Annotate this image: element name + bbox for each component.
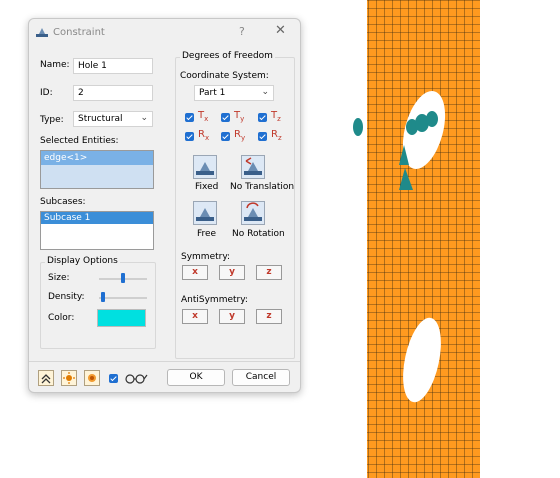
- ry-checkbox[interactable]: [221, 132, 230, 141]
- selected-entities-list[interactable]: edge<1>: [40, 150, 154, 189]
- id-label: ID:: [40, 88, 53, 98]
- bottom-divider: [29, 361, 300, 362]
- size-slider-thumb[interactable]: [121, 273, 125, 283]
- dof-title: Degrees of Freedom: [180, 51, 275, 61]
- density-slider-thumb[interactable]: [101, 292, 106, 302]
- name-label: Name:: [40, 60, 70, 70]
- rx-label: Rx: [198, 129, 210, 142]
- ty-checkbox[interactable]: [221, 113, 230, 122]
- no-rotation-button[interactable]: [241, 201, 265, 225]
- symmetry-label: Symmetry:: [181, 252, 231, 262]
- rx-checkbox[interactable]: [185, 132, 194, 141]
- fixed-label: Fixed: [195, 182, 219, 192]
- tz-checkbox[interactable]: [258, 113, 267, 122]
- density-slider[interactable]: [99, 297, 147, 299]
- free-icon: [196, 208, 214, 221]
- antisymmetry-y-button[interactable]: y: [219, 309, 245, 324]
- rz-checkbox[interactable]: [258, 132, 267, 141]
- coord-system-dropdown[interactable]: Part 1 ⌄: [194, 85, 274, 101]
- tx-label: Tx: [198, 110, 209, 123]
- highlight-button[interactable]: [61, 370, 77, 386]
- ry-label: Ry: [234, 129, 246, 142]
- expand-button[interactable]: [38, 370, 54, 386]
- density-label: Density:: [48, 292, 85, 302]
- ty-label: Ty: [234, 110, 245, 123]
- cancel-button[interactable]: Cancel: [232, 369, 290, 386]
- show-checkbox[interactable]: [109, 374, 118, 383]
- subcases-label: Subcases:: [40, 197, 86, 207]
- type-dropdown[interactable]: Structural ⌄: [73, 111, 153, 127]
- close-button[interactable]: ✕: [275, 23, 286, 38]
- antisymmetry-x-button[interactable]: x: [182, 309, 208, 324]
- subcases-list[interactable]: Subcase 1: [40, 211, 154, 250]
- no-rotation-icon: [244, 202, 262, 221]
- free-button[interactable]: [193, 201, 217, 225]
- selected-entities-label: Selected Entities:: [40, 136, 119, 146]
- type-value: Structural: [78, 114, 123, 124]
- display-options-title: Display Options: [45, 256, 120, 266]
- burst-icon: [88, 374, 96, 382]
- symmetry-x-button[interactable]: x: [182, 265, 208, 280]
- burst-button[interactable]: [84, 370, 100, 386]
- no-translation-button[interactable]: [241, 155, 265, 179]
- no-translation-label: No Translation: [230, 182, 295, 192]
- chevron-down-icon: ⌄: [261, 87, 269, 97]
- free-label: Free: [197, 229, 217, 239]
- glasses-icon[interactable]: [124, 371, 148, 385]
- fixed-icon: [196, 162, 214, 175]
- constraint-icon: [36, 28, 48, 37]
- chevron-down-icon: ⌄: [140, 113, 148, 123]
- dialog-title: Constraint: [53, 27, 105, 38]
- mesh-plate: [367, 0, 480, 478]
- coord-system-value: Part 1: [199, 88, 226, 98]
- antisymmetry-z-button[interactable]: z: [256, 309, 282, 324]
- help-button[interactable]: ?: [239, 25, 245, 38]
- no-rotation-label: No Rotation: [232, 229, 285, 239]
- list-item[interactable]: edge<1>: [41, 151, 153, 165]
- star-burst-icon: [63, 372, 75, 384]
- tz-label: Tz: [271, 110, 281, 123]
- symmetry-z-button[interactable]: z: [256, 265, 282, 280]
- rz-label: Rz: [271, 129, 282, 142]
- fixed-button[interactable]: [193, 155, 217, 179]
- coord-system-label: Coordinate System:: [180, 71, 269, 81]
- name-field[interactable]: Hole 1: [73, 58, 153, 74]
- constraint-dialog: Constraint ? ✕ Name: Hole 1 ID: 2 Type: …: [28, 18, 301, 393]
- tx-checkbox[interactable]: [185, 113, 194, 122]
- antisymmetry-label: AntiSymmetry:: [181, 295, 248, 305]
- symmetry-y-button[interactable]: y: [219, 265, 245, 280]
- type-label: Type:: [40, 115, 64, 125]
- id-field[interactable]: 2: [73, 85, 153, 101]
- color-swatch[interactable]: [97, 309, 146, 327]
- no-translation-icon: [244, 157, 262, 175]
- double-chevron-up-icon: [41, 374, 51, 384]
- list-item[interactable]: Subcase 1: [41, 212, 153, 224]
- title-bar[interactable]: Constraint ? ✕: [29, 19, 300, 45]
- color-label: Color:: [48, 313, 75, 323]
- size-label: Size:: [48, 273, 70, 283]
- ok-button[interactable]: OK: [167, 369, 225, 386]
